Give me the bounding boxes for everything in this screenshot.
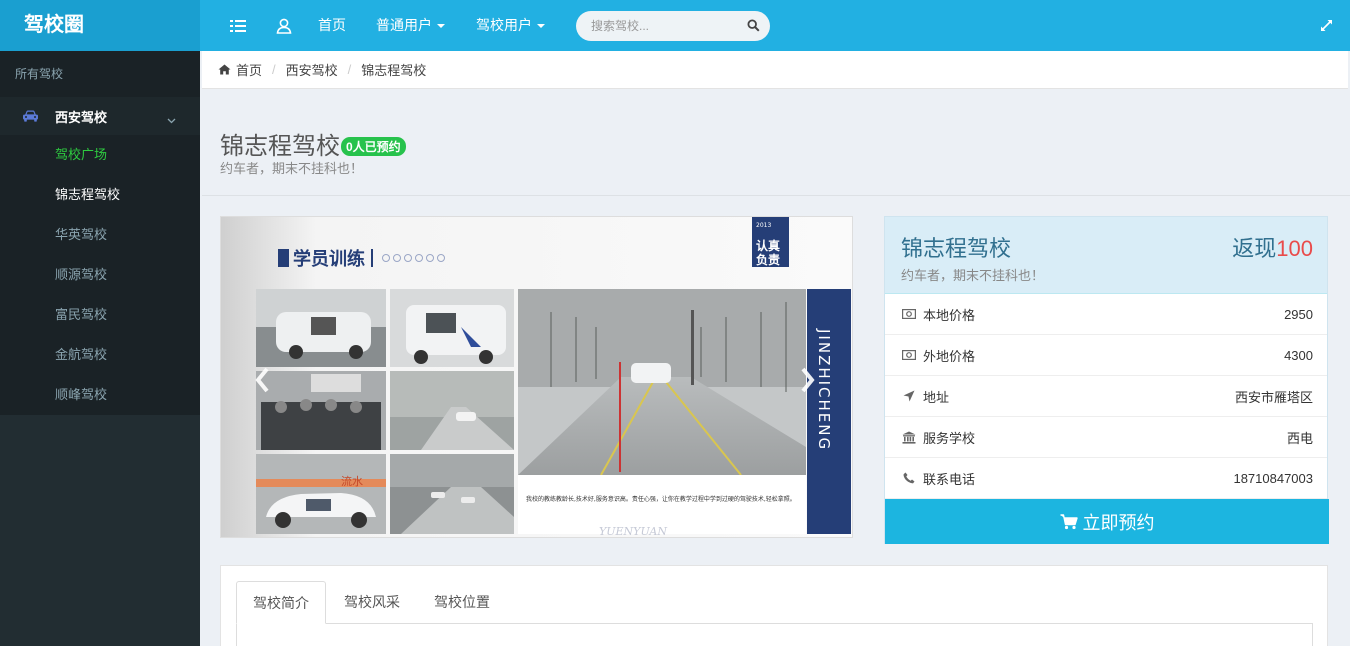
reservation-count-badge: 0人已预约 [341,137,406,156]
location-arrow-icon [901,390,917,402]
info-row-address: 地址 西安市雁塔区 [885,376,1327,417]
info-value: 2950 [1284,306,1313,322]
breadcrumb-separator: / [347,62,352,77]
chevron-down-icon [167,112,176,127]
sidebar-group-label: 西安驾校 [55,109,108,125]
book-now-button[interactable]: 立即预约 [885,499,1329,544]
main-content: 首页 / 西安驾校 / 锦志程驾校 锦志程驾校 0人已预约 约车者，期末不挂科也！ [200,51,1350,646]
phone-icon [901,472,917,484]
sidebar-item-plaza[interactable]: 驾校广场 [0,135,200,175]
info-label: 本地价格 [923,307,976,323]
stamp-year: 2013 [756,222,771,229]
nav-regular-user-dropdown[interactable]: 普通用户 [376,0,445,51]
app-logo[interactable]: 驾校圈 [0,0,200,51]
fullscreen-expand-icon[interactable] [1316,0,1336,51]
info-panel-header: 锦志程驾校 返现100 约车者，期末不挂科也！ [885,217,1327,294]
brochure-side-text: JINZHICHENG [815,328,833,451]
cashback: 返现100 [1232,231,1313,263]
caret-down-icon [537,24,545,29]
breadcrumb-home[interactable]: 首页 [236,60,262,79]
sidebar-toggle-icon[interactable] [226,0,250,51]
tab-panel [236,624,1313,646]
bank-icon [901,431,917,444]
info-row-service-school: 服务学校 西电 [885,417,1327,458]
banner-text: 流水 [341,474,363,488]
cashback-value: 100 [1276,236,1313,261]
sidebar-item-jinzhicheng[interactable]: 锦志程驾校 [0,175,200,215]
page-header: 锦志程驾校 0人已预约 约车者，期末不挂科也！ [202,108,1350,196]
info-row-nonlocal-price: 外地价格 4300 [885,335,1327,376]
sidebar-item-huaying[interactable]: 华英驾校 [0,215,200,255]
sidebar-group-toggle[interactable]: 西安驾校 [0,97,200,135]
info-subtitle: 约车者，期末不挂科也！ [901,268,1045,283]
money-icon [901,350,917,360]
search-icon[interactable] [747,19,760,35]
cashback-label: 返现 [1232,236,1277,261]
sidebar-header: 所有驾校 [0,51,200,97]
shopping-cart-icon [1060,513,1078,530]
stamp-line-1: 认真 [756,238,780,253]
sidebar-item-shunyuan[interactable]: 顺源驾校 [0,255,200,295]
page-title-text: 锦志程驾校 [220,133,340,160]
brochure-caption: 我校的教练教龄长,技术好,服务意识高。责任心强，让你在教学过程中学到过硬的驾驶技… [526,496,796,503]
brochure-watermark: YUENYUAN [599,525,667,538]
car-icon [22,110,39,122]
school-details-box: 驾校简介 驾校风采 驾校位置 [220,565,1328,646]
breadcrumb-city[interactable]: 西安驾校 [286,60,338,79]
nav-school-user-label: 驾校用户 [476,17,532,33]
home-icon [218,64,231,75]
info-value: 西安市雁塔区 [1234,389,1313,405]
sidebar-submenu: 驾校广场 锦志程驾校 华英驾校 顺源驾校 富民驾校 金航驾校 顺峰驾校 [0,135,200,415]
tab-gallery[interactable]: 驾校风采 [328,581,416,624]
user-icon[interactable] [274,0,294,51]
details-tabs: 驾校简介 驾校风采 驾校位置 [236,581,1313,624]
school-info-panel: 锦志程驾校 返现100 约车者，期末不挂科也！ 本地价格 2950 外地价格 4… [884,216,1329,544]
info-row-local-price: 本地价格 2950 [885,294,1327,335]
info-school-name: 锦志程驾校 [901,236,1012,261]
info-label: 外地价格 [923,348,976,364]
page-subtitle: 约车者，期末不挂科也！ [220,161,364,176]
top-navbar: 首页 普通用户 驾校用户 [200,0,1350,51]
sidebar-item-jinhang[interactable]: 金航驾校 [0,335,200,375]
sidebar-item-shunfeng[interactable]: 顺峰驾校 [0,375,200,415]
sidebar-item-fumin[interactable]: 富民驾校 [0,295,200,335]
info-value: 4300 [1284,347,1313,363]
page-title: 锦志程驾校 0人已预约 [220,126,406,161]
sidebar: 所有驾校 西安驾校 驾校广场 锦志程驾校 华英驾校 顺源驾校 富民驾校 金航驾校… [0,51,200,646]
photo-carousel[interactable]: 学员训练 2013 认真 负责 流水 我校的教练教龄长,技术好,服务意识高。责任… [220,216,853,538]
breadcrumb: 首页 / 西安驾校 / 锦志程驾校 [202,51,1348,89]
carousel-prev-icon[interactable] [255,367,269,393]
search-box [576,11,770,41]
caret-down-icon [437,24,445,29]
info-label: 联系电话 [923,471,976,487]
info-label: 地址 [923,389,950,405]
nav-home-link[interactable]: 首页 [318,0,346,51]
info-label: 服务学校 [923,430,976,446]
stamp-line-2: 负责 [756,252,780,267]
search-input[interactable] [576,11,736,41]
nav-regular-user-label: 普通用户 [376,17,432,33]
info-value: 18710847003 [1233,470,1313,486]
book-now-label: 立即预约 [1082,512,1155,533]
info-value: 西电 [1286,430,1313,446]
breadcrumb-separator: / [272,62,276,77]
brochure-title: 学员训练 [293,248,365,270]
money-icon [901,309,917,319]
nav-school-user-dropdown[interactable]: 驾校用户 [476,0,545,51]
carousel-slide-image: 学员训练 2013 认真 负责 流水 我校的教练教龄长,技术好,服务意识高。责任… [221,217,852,538]
sidebar-group-xian: 西安驾校 驾校广场 锦志程驾校 华英驾校 顺源驾校 富民驾校 金航驾校 顺峰驾校 [0,97,200,415]
breadcrumb-current: 锦志程驾校 [361,63,427,78]
info-row-phone: 联系电话 18710847003 [885,458,1327,499]
tab-introduction[interactable]: 驾校简介 [236,581,326,624]
tab-location[interactable]: 驾校位置 [418,581,506,624]
carousel-next-icon[interactable] [801,367,815,393]
